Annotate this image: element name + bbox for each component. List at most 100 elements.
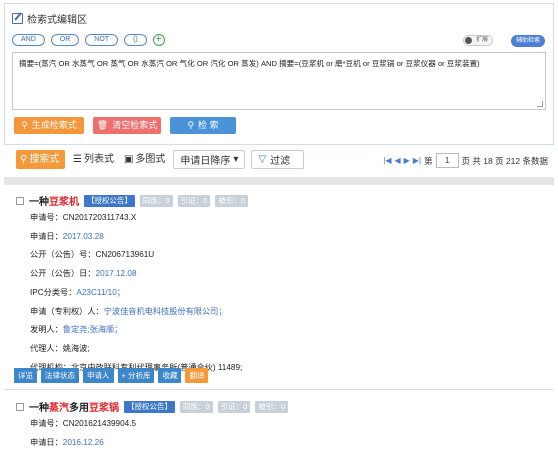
cited-by-count-badge[interactable]: 被引：0 (255, 400, 289, 413)
toggle-label: 扩展 (475, 37, 488, 43)
applicant: 申请（专利权）人：宁波佳音机电科技股份有限公司； (16, 303, 248, 322)
field-label: 公开（公告）日： (30, 269, 96, 279)
sort-value: 申请日降序 (180, 156, 231, 167)
filter-icon: ▽ (258, 154, 267, 165)
family-count-badge[interactable]: 同族：0 (180, 400, 213, 413)
first-page-icon[interactable]: |◀ (383, 156, 391, 165)
field-value: 2017.03.28 (62, 231, 104, 241)
field-value: 2016.12.26 (62, 437, 104, 447)
ipc-link[interactable]: A23C11/10； (76, 288, 125, 297)
tab-list-view[interactable]: ☰ 列表式 (71, 150, 116, 169)
application-date: 申请日：2016.12.26 (16, 434, 288, 453)
filter-label: 过滤 (270, 156, 291, 167)
search-button[interactable]: ⚲ 检 索 (170, 117, 236, 134)
tab-multi-image-view[interactable]: ▣ 多图式 (122, 150, 167, 169)
field-label: 申请日： (30, 231, 63, 241)
inventor-link[interactable]: 鲁定尧;张海顺； (63, 325, 123, 334)
applicant-link[interactable]: 宁波佳音机电科技股份有限公司； (104, 307, 227, 316)
field-value: 2017.12.08 (95, 269, 137, 279)
tab-search-view[interactable]: ⚲ 搜索式 (16, 150, 65, 169)
expand-toggle[interactable]: 扩展 (463, 35, 493, 46)
page-prefix: 第 (424, 155, 433, 166)
inventor: 发明人：鲁定尧;张海顺； (16, 321, 248, 340)
translate-button[interactable]: 翻译 (185, 368, 209, 383)
add-icon[interactable]: + (152, 34, 165, 46)
page-input[interactable]: 1 (435, 153, 459, 168)
resize-handle[interactable] (537, 101, 543, 107)
title-highlight: 豆浆机 (49, 197, 79, 208)
search-icon: ⚲ (20, 154, 28, 165)
title-part: 多用 (69, 403, 89, 414)
filter-button[interactable]: ▽ 过滤 (251, 150, 305, 169)
record-title[interactable]: 一种蒸汽多用豆浆锅 (29, 399, 119, 414)
clear-query-label: 清空检索式 (112, 120, 158, 130)
result-record: 一种豆浆机 【授权公告】 同族：0 引证：0 被引：0 申请号：CN201720… (16, 192, 249, 377)
legal-status-button[interactable]: 法律状态 (41, 368, 79, 383)
record-title[interactable]: 一种豆浆机 (29, 193, 79, 208)
field-label: 申请（专利权）人： (30, 306, 104, 316)
ipc-class: IPC分类号：A23C11/10； (16, 284, 248, 303)
clear-query-button[interactable]: 🗑 清空检索式 (93, 117, 161, 134)
or-operator-button[interactable]: OR (50, 34, 80, 46)
edit-icon (12, 13, 23, 24)
search-icon: ⚲ (21, 120, 28, 130)
record-divider (4, 389, 554, 390)
application-number: 申请号：CN201720311743.X (30, 213, 137, 222)
add-to-analysis-button[interactable]: + 分析库 (117, 368, 155, 383)
query-textarea[interactable]: 摘要=(蒸汽 OR 水蒸气 OR 蒸气 OR 水蒸汽 OR 气化 OR 汽化 O… (12, 52, 546, 110)
query-text: 摘要=(蒸汽 OR 水蒸气 OR 蒸气 OR 水蒸汽 OR 气化 OR 汽化 O… (19, 59, 480, 68)
record-actions: 详览 法律状态 申请人 + 分析库 收藏 翻译 (14, 368, 209, 383)
chevron-down-icon: ▾ (233, 154, 239, 165)
status-badge: 【授权公告】 (124, 400, 175, 413)
title-highlight: 蒸汽 (49, 403, 69, 414)
and-operator-button[interactable]: AND (12, 34, 45, 46)
not-operator-button[interactable]: NOT (85, 34, 119, 46)
operator-bar: AND OR NOT () + (12, 34, 165, 46)
application-number: 申请号：CN201621439904.5 (30, 419, 137, 428)
next-page-icon[interactable]: ▶ (404, 156, 410, 165)
toggle-switch[interactable]: 扩展 (463, 35, 493, 46)
publication-date: 公开（公告）日：2017.12.08 (16, 265, 248, 284)
field-label: 发明人： (30, 325, 63, 335)
result-record: 一种蒸汽多用豆浆锅 【授权公告】 同族：0 引证：0 被引：0 申请号：CN20… (16, 398, 289, 453)
status-badge: 【授权公告】 (84, 194, 135, 207)
prev-page-icon[interactable]: ◀ (394, 156, 400, 165)
family-count-badge[interactable]: 同族：0 (140, 194, 173, 207)
list-icon: ☰ (73, 154, 82, 165)
title-highlight: 豆浆锅 (89, 403, 119, 414)
applicant-button[interactable]: 申请人 (83, 368, 114, 383)
editor-title-label: 检索式编辑区 (27, 15, 87, 26)
citation-count-badge[interactable]: 引证：0 (177, 194, 211, 207)
cited-by-count-badge[interactable]: 被引：0 (215, 194, 249, 207)
page-summary: 页 共 18 页 212 条数据 (461, 155, 548, 166)
tab-multi-label: 多图式 (135, 154, 166, 165)
record-checkbox[interactable] (16, 196, 24, 205)
generate-query-button[interactable]: ⚲ 生成检索式 (14, 117, 84, 134)
trash-icon: 🗑 (96, 120, 109, 130)
divider (4, 177, 554, 185)
record-header: 一种豆浆机 【授权公告】 同族：0 引证：0 被引：0 (16, 192, 249, 209)
generate-query-label: 生成检索式 (31, 120, 77, 130)
pagination: |◀ ◀ ▶ ▶| 第 1 页 共 18 页 212 条数据 (383, 153, 548, 168)
tab-list-label: 列表式 (83, 154, 114, 165)
citation-count-badge[interactable]: 引证：0 (217, 400, 251, 413)
last-page-icon[interactable]: ▶| (413, 156, 421, 165)
editor-title: 检索式编辑区 (12, 11, 87, 26)
publication-number: 公开（公告）号：CN206713961U (30, 250, 155, 260)
detail-button[interactable]: 详览 (14, 368, 37, 383)
search-editor-panel: 检索式编辑区 AND OR NOT () + 扩展 辅助检索 摘要=(蒸汽 OR… (4, 3, 554, 145)
application-date: 申请日：2017.03.28 (16, 228, 248, 247)
record-header: 一种蒸汽多用豆浆锅 【授权公告】 同族：0 引证：0 被引：0 (16, 398, 289, 415)
field-label: 申请日： (30, 437, 63, 447)
editor-actions: ⚲ 生成检索式 🗑 清空检索式 ⚲ 检 索 (14, 117, 236, 134)
result-toolbar: ⚲ 搜索式 ☰ 列表式 ▣ 多图式 申请日降序 ▾ ▽ 过滤 (16, 150, 305, 169)
title-part: 一种 (29, 197, 49, 208)
image-icon: ▣ (123, 154, 134, 165)
favorite-button[interactable]: 收藏 (158, 368, 182, 383)
field-label: IPC分类号： (30, 287, 77, 297)
record-checkbox[interactable] (16, 402, 24, 411)
assist-search-button[interactable]: 辅助检索 (511, 35, 545, 47)
parens-operator-button[interactable]: () (124, 34, 147, 46)
sort-select[interactable]: 申请日降序 ▾ (173, 150, 246, 169)
tab-search-label: 搜索式 (29, 154, 60, 165)
